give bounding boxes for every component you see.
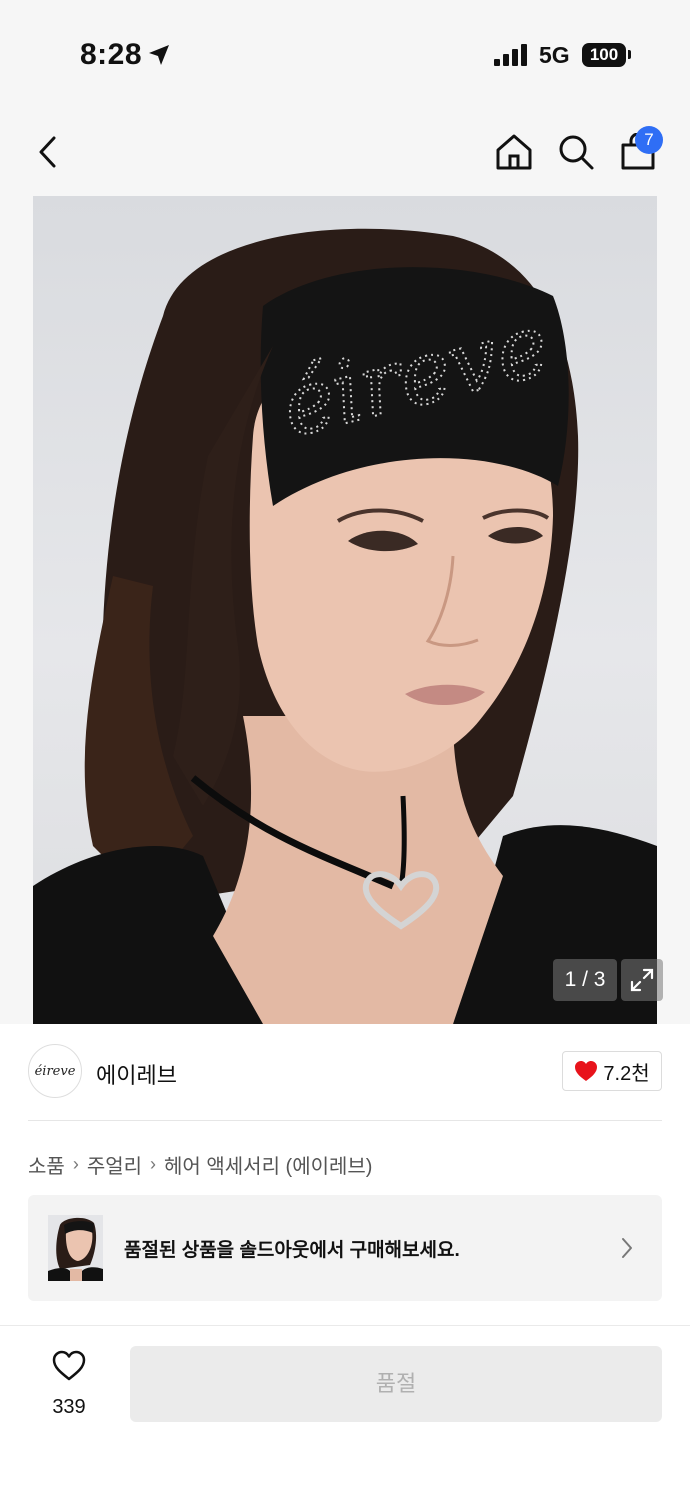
product-photo[interactable]: éireve <box>33 196 657 1024</box>
cart-count-badge: 7 <box>635 126 663 154</box>
chevron-right-icon: › <box>150 1154 157 1174</box>
search-button[interactable] <box>552 128 600 176</box>
image-counter: 1 / 3 <box>553 959 617 1001</box>
product-photo-illustration: éireve <box>33 228 657 1024</box>
status-time: 8:28 <box>80 38 143 71</box>
chevron-left-icon <box>39 136 56 168</box>
heart-filled-icon <box>575 1061 598 1081</box>
expand-icon <box>630 968 654 992</box>
home-button[interactable] <box>490 128 538 176</box>
brand-name[interactable]: 에이레브 <box>96 1058 177 1090</box>
heart-outline-icon <box>52 1350 86 1381</box>
product-gallery[interactable]: éireve <box>0 196 690 1024</box>
brand-logo[interactable]: éireve <box>28 1044 82 1098</box>
wishlist-count: 339 <box>52 1396 86 1418</box>
soldout-buy-button[interactable]: 품절 <box>130 1346 662 1422</box>
signal-icon <box>494 44 527 66</box>
status-bar: 8:28 5G 100 <box>0 0 690 112</box>
breadcrumb-item[interactable]: 헤어 액세서리 (에이레브) <box>164 1150 372 1179</box>
chevron-right-icon <box>622 1238 632 1258</box>
battery-tip <box>628 50 631 59</box>
search-icon <box>559 135 594 170</box>
soldout-promo-card[interactable]: 품절된 상품을 솔드아웃에서 구매해보세요. <box>28 1195 662 1301</box>
network-type: 5G <box>539 42 570 68</box>
brand-like-count: 7.2천 <box>603 1062 650 1085</box>
soldout-promo-text: 품절된 상품을 솔드아웃에서 구매해보세요. <box>124 1240 460 1261</box>
home-icon <box>496 134 532 170</box>
breadcrumb-item[interactable]: 소품 <box>28 1150 65 1179</box>
breadcrumb-item[interactable]: 주얼리 <box>87 1150 142 1179</box>
back-button[interactable] <box>24 128 72 176</box>
top-nav <box>0 112 690 196</box>
chevron-right-icon: › <box>72 1154 79 1174</box>
brand-like-button[interactable]: 7.2천 <box>562 1051 662 1091</box>
wishlist-button[interactable]: 339 <box>36 1348 102 1418</box>
section-divider <box>28 1120 662 1121</box>
breadcrumb: 소품 › 주얼리 › 헤어 액세서리 (에이레브) <box>28 1150 372 1179</box>
bottom-action-bar: 339 품절 <box>0 1325 690 1500</box>
product-thumbnail <box>48 1215 103 1281</box>
brand-row[interactable]: éireve 에이레브 7.2천 <box>28 1044 662 1100</box>
brand-logo-text: éireve <box>34 1063 76 1079</box>
location-arrow-icon <box>149 45 169 65</box>
expand-image-button[interactable] <box>621 959 663 1001</box>
battery-level: 100 <box>582 43 626 67</box>
